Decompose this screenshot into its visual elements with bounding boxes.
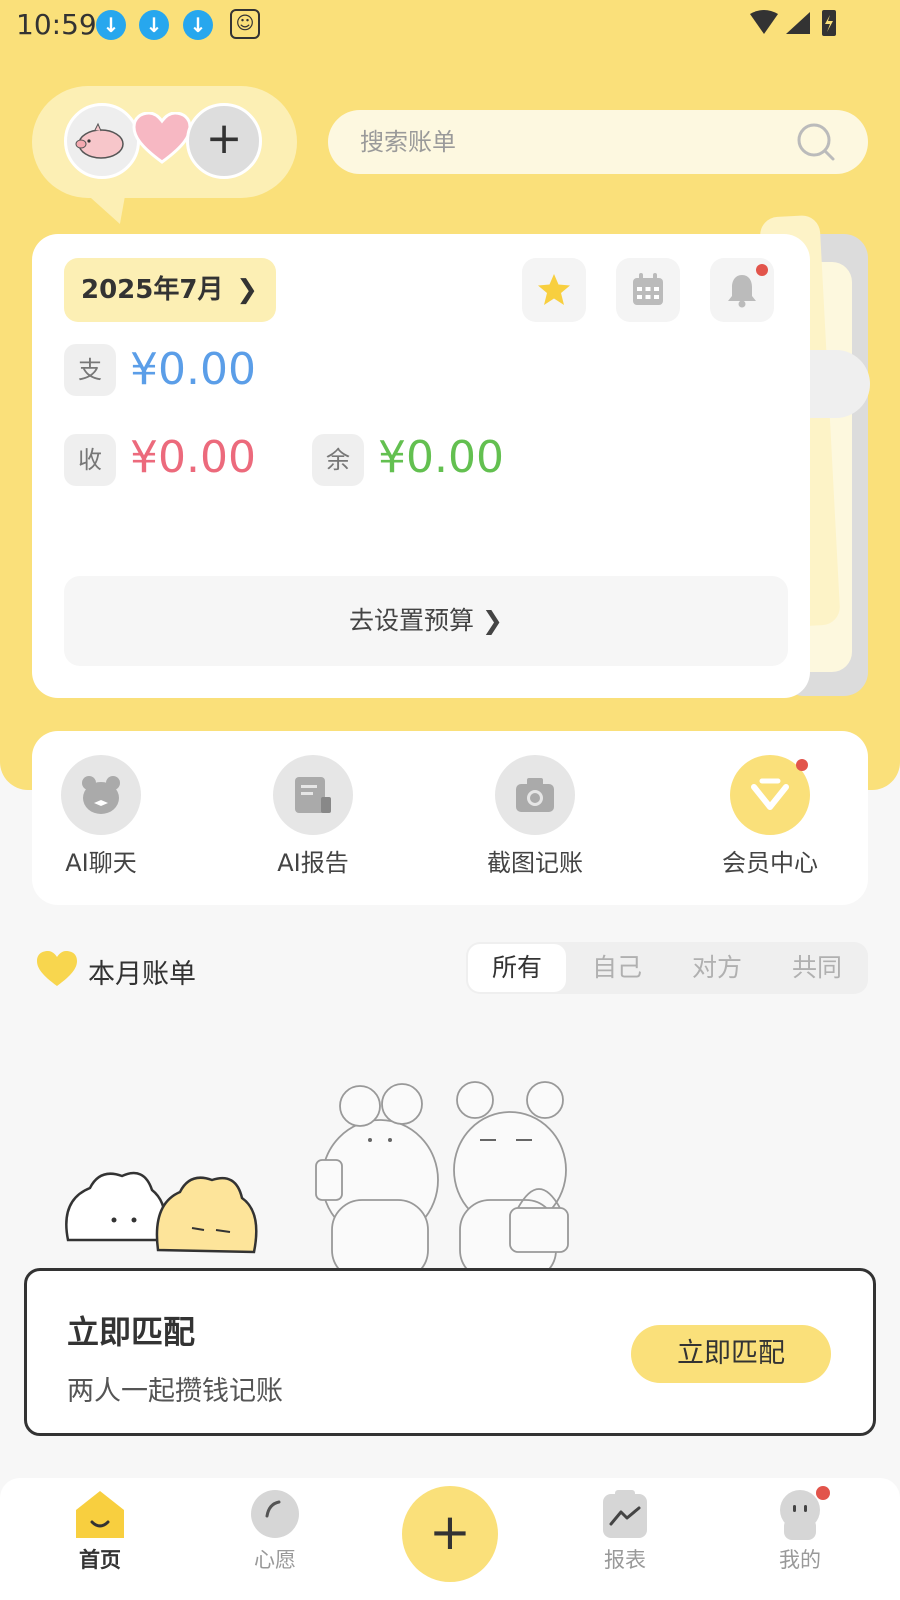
- expense-label: 支: [64, 344, 116, 396]
- download-icon: ↓: [96, 10, 126, 40]
- feature-row: AI聊天 AI报告 截图记账 会员中心: [32, 731, 868, 905]
- pig-icon: [75, 122, 124, 159]
- nav-label: 报表: [604, 1548, 646, 1572]
- set-budget-button[interactable]: 去设置预算 ❯: [64, 576, 788, 666]
- avatar[interactable]: [64, 103, 140, 179]
- system-icons: [750, 8, 860, 46]
- feature-label: AI报告: [277, 849, 349, 877]
- add-partner-button[interactable]: +: [186, 103, 262, 179]
- camera-icon: [495, 755, 575, 835]
- heart-icon: [37, 951, 77, 986]
- search-icon[interactable]: [796, 122, 836, 162]
- signal-icon: [786, 12, 810, 34]
- income-label: 收: [64, 434, 116, 486]
- feature-ai-report[interactable]: AI报告: [248, 755, 378, 878]
- notification-dot: [756, 264, 768, 276]
- feature-screenshot-record[interactable]: 截图记账: [470, 755, 600, 878]
- nav-label: 我的: [779, 1548, 821, 1572]
- balance-label: 余: [312, 434, 364, 486]
- nav-home[interactable]: 首页: [50, 1488, 150, 1574]
- download-icon: ↓: [183, 10, 213, 40]
- nav-label: 心愿: [254, 1548, 296, 1572]
- profile-icon: [772, 1486, 830, 1540]
- feature-label: AI聊天: [65, 849, 137, 877]
- search-bar[interactable]: [328, 110, 868, 174]
- bill-filter-tabs: 所有 自己 对方 共同: [466, 942, 868, 994]
- status-bar: 10:59 ↓ ↓ ↓ ☺: [0, 0, 900, 50]
- month-selector[interactable]: 2025年7月 ❯: [64, 258, 276, 322]
- tab-self[interactable]: 自己: [568, 944, 666, 992]
- search-input[interactable]: [360, 124, 760, 160]
- add-record-button[interactable]: +: [402, 1486, 498, 1582]
- nav-profile[interactable]: 我的: [750, 1486, 850, 1574]
- match-now-button[interactable]: 立即匹配: [631, 1325, 831, 1383]
- expense-amount: ¥0.00: [130, 344, 256, 395]
- month-label: 2025年7月: [81, 275, 224, 305]
- balance-amount: ¥0.00: [378, 432, 504, 483]
- report-icon: [273, 755, 353, 835]
- wifi-icon: [750, 10, 778, 34]
- chevron-right-icon: ❯: [236, 275, 258, 305]
- match-card-subtitle: 两人一起攒钱记账: [67, 1376, 283, 1407]
- status-time: 10:59: [16, 8, 97, 41]
- bill-section-title: 本月账单: [88, 959, 196, 990]
- star-icon: [538, 274, 570, 305]
- set-budget-label: 去设置预算: [349, 606, 475, 635]
- feature-vip-center[interactable]: 会员中心: [704, 755, 836, 878]
- notification-button[interactable]: [710, 258, 774, 322]
- income-amount: ¥0.00: [130, 432, 256, 483]
- feature-label: 截图记账: [487, 849, 583, 877]
- bear-chat-icon: [61, 755, 141, 835]
- summary-card: 2025年7月 ❯ 支 ¥0.00 收 ¥0.00 余 ¥0.00 去设置预算 …: [32, 234, 810, 698]
- match-card-title: 立即匹配: [67, 1313, 196, 1351]
- nav-wish[interactable]: 心愿: [225, 1488, 325, 1574]
- match-card: 立即匹配 两人一起攒钱记账 立即匹配: [24, 1268, 876, 1436]
- empty-state-illustration: [65, 1081, 569, 1280]
- heart-icon: [132, 111, 192, 168]
- paw-icon: ☺: [230, 9, 260, 39]
- feature-ai-chat[interactable]: AI聊天: [36, 755, 166, 878]
- nav-report[interactable]: 报表: [575, 1488, 675, 1574]
- chevron-right-icon: ❯: [482, 606, 503, 635]
- favorites-button[interactable]: [522, 258, 586, 322]
- notification-dot: [816, 1486, 830, 1500]
- bill-section-header: 本月账单: [36, 950, 196, 994]
- tab-all[interactable]: 所有: [468, 944, 566, 992]
- home-icon: [72, 1488, 128, 1540]
- bell-icon: [728, 275, 756, 308]
- calendar-button[interactable]: [616, 258, 680, 322]
- chart-icon: [597, 1488, 653, 1540]
- tab-shared[interactable]: 共同: [768, 944, 866, 992]
- notification-dot: [796, 759, 808, 771]
- calendar-icon: [633, 273, 663, 305]
- download-icon: ↓: [139, 10, 169, 40]
- wish-icon: [247, 1488, 303, 1540]
- feature-label: 会员中心: [722, 849, 818, 877]
- tab-partner[interactable]: 对方: [668, 944, 766, 992]
- diamond-icon: [730, 755, 810, 835]
- nav-label: 首页: [79, 1548, 121, 1572]
